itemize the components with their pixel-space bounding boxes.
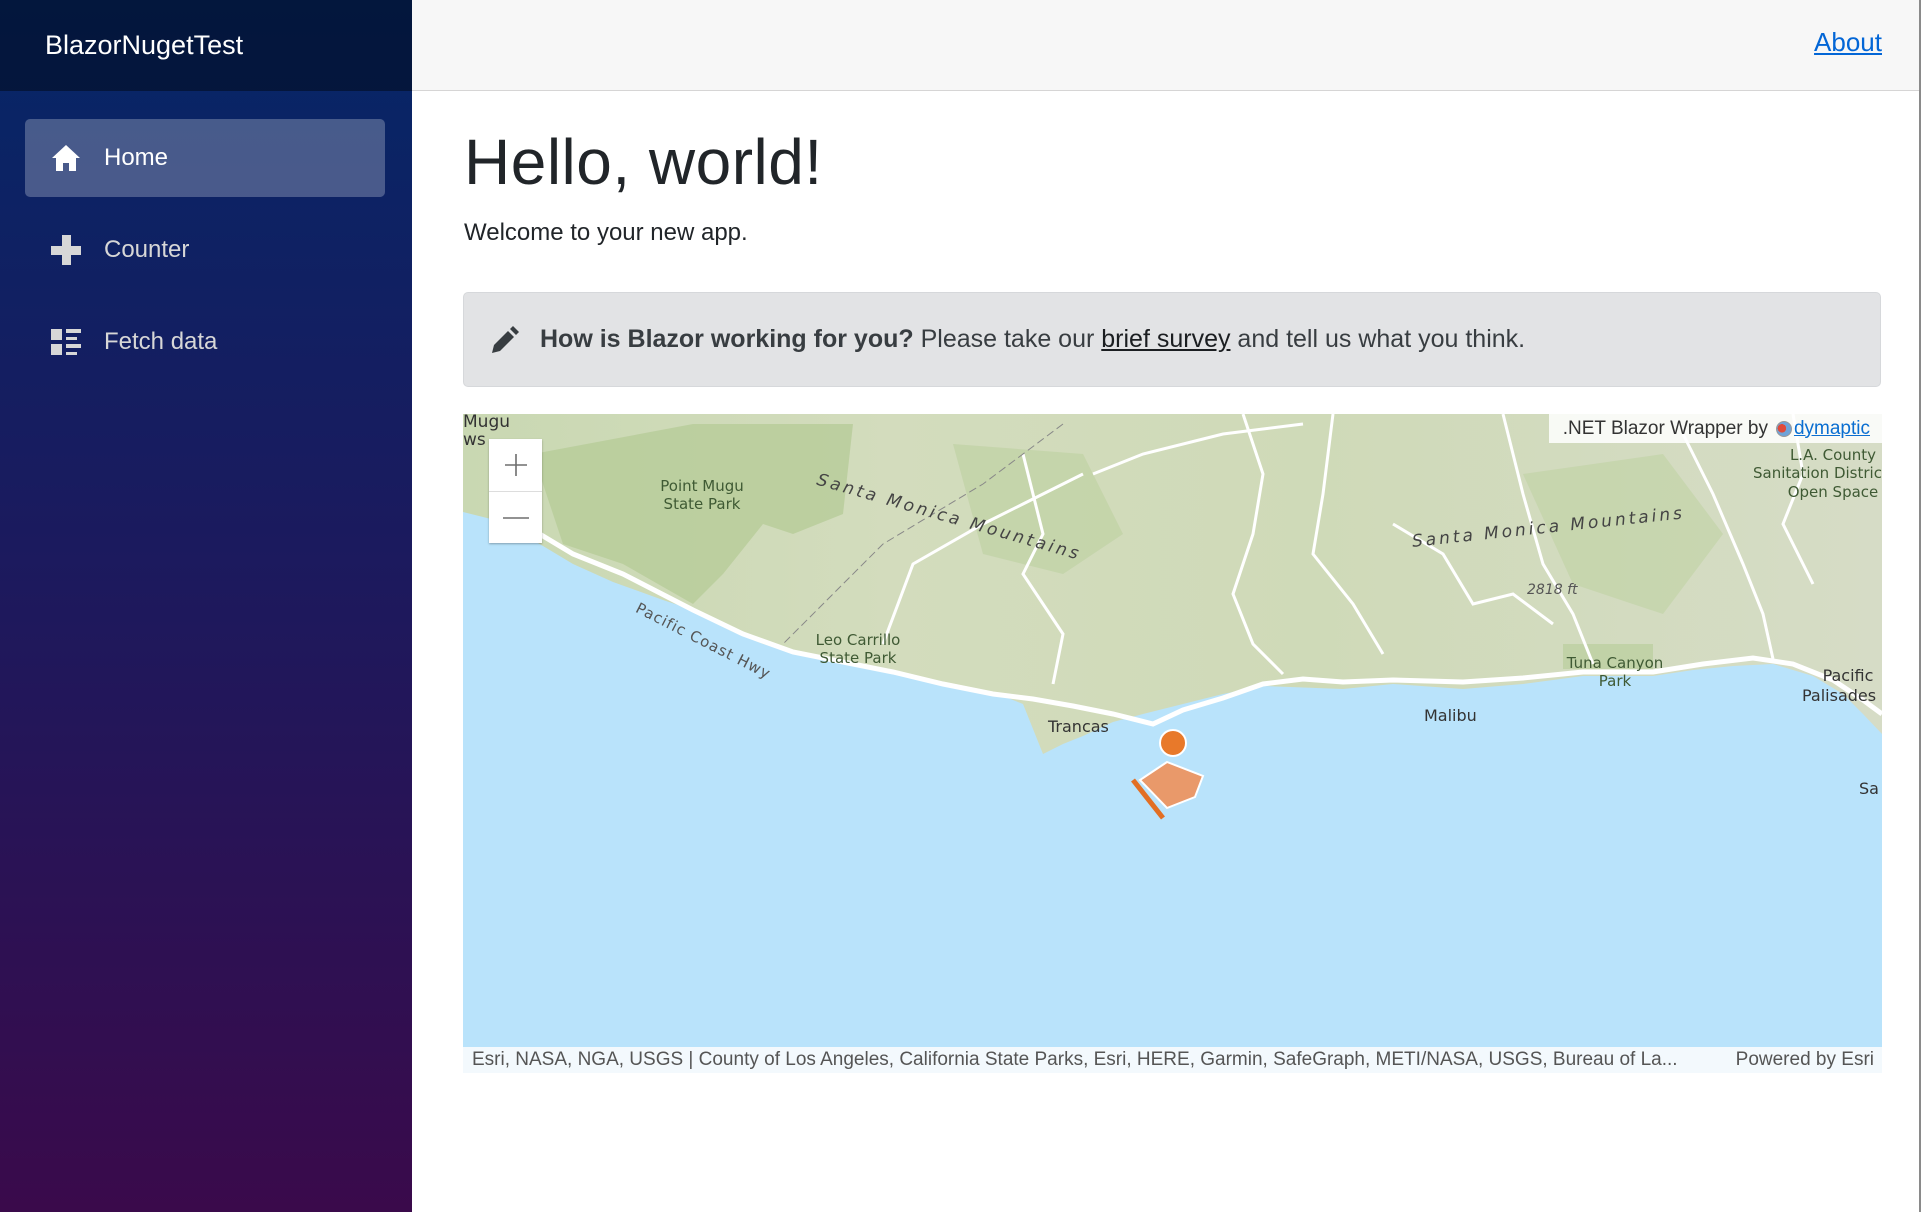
plus-icon [504,454,527,476]
survey-prompt: How is Blazor working for you? Please ta… [463,292,1881,387]
map-label: Point Mugu [660,477,744,495]
feature-point[interactable] [1159,729,1187,757]
map-label: Park [1598,672,1632,690]
zoom-out-button[interactable] [489,491,542,543]
map-attribution[interactable]: Esri, NASA, NGA, USGS | County of Los An… [463,1047,1882,1073]
map-label: ws [463,430,486,450]
map-label: Trancas [1048,717,1109,736]
dymaptic-link[interactable]: dymaptic [1794,418,1870,440]
survey-text-before: Please take our [913,325,1102,353]
dymaptic-logo-icon [1775,420,1792,437]
map-label: State Park [819,649,897,667]
nav-item-counter[interactable]: Counter [25,211,385,289]
minus-icon [502,516,529,519]
survey-question: How is Blazor working for you? [540,325,914,353]
survey-text: How is Blazor working for you? Please ta… [540,325,1525,354]
sidebar: BlazorNugetTest Home Counter Fetch data [0,0,412,1212]
map-label: 2818 ft [1527,582,1578,598]
nav-menu: Home Counter Fetch data [0,91,412,381]
map-label: Tuna Canyon [1566,654,1664,672]
nav-item-fetch-data[interactable]: Fetch data [25,303,385,381]
powered-by-esri[interactable]: Powered by Esri [1736,1049,1874,1071]
about-link[interactable]: About [1814,27,1882,58]
main-content: Hello, world! Welcome to your new app. H… [463,91,1882,387]
map-label: Pacific [1822,666,1874,685]
map-label: Sanitation Distric [1753,464,1882,482]
nav-item-home[interactable]: Home [25,119,385,197]
attribution-text[interactable]: Esri, NASA, NGA, USGS | County of Los An… [472,1049,1678,1071]
page-title: Hello, world! [464,126,823,198]
zoom-in-button[interactable] [489,439,542,491]
map-label: L.A. County [1789,446,1877,464]
wrapper-credit: .NET Blazor Wrapper by dymaptic [1548,414,1882,443]
top-row: About [412,0,1920,91]
survey-text-after: and tell us what you think. [1230,325,1526,353]
plus-icon [50,234,82,266]
nav-item-label: Fetch data [104,328,218,355]
map-label: Open Space [1787,483,1879,501]
zoom-controls [489,439,542,543]
map-label: Sa [1859,779,1879,798]
map-label: Malibu [1424,706,1477,725]
map-view[interactable]: Mugu ws Point Mugu State Park Santa Moni… [463,414,1882,1073]
map-label: State Park [663,495,741,513]
welcome-text: Welcome to your new app. [464,218,748,246]
app-brand[interactable]: BlazorNugetTest [45,30,243,61]
pencil-icon [490,325,520,355]
home-icon [50,142,82,174]
brand-bar: BlazorNugetTest [0,0,412,91]
credit-text: .NET Blazor Wrapper by [1562,417,1768,439]
brief-survey-link[interactable]: brief survey [1101,325,1230,353]
nav-item-label: Counter [104,236,190,263]
window-border [1919,0,1921,1212]
list-rich-icon [50,326,82,358]
nav-item-label: Home [104,144,169,171]
map-label: Palisades [1802,686,1877,705]
map-label: Leo Carrillo [815,631,901,649]
